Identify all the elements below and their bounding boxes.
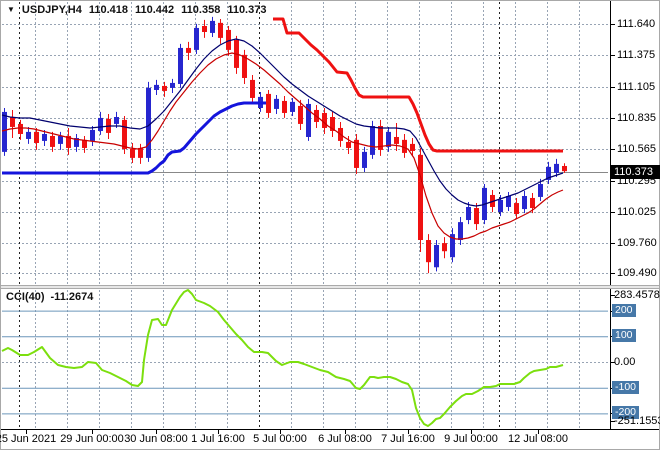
candle-body-bull — [506, 196, 511, 207]
price-axis-label: 111.375 — [617, 49, 656, 61]
candle-body-bull — [2, 111, 7, 152]
time-axis-label: 1 Jul 16:00 — [191, 433, 245, 445]
chart-menu-icon[interactable]: ▼ — [7, 5, 15, 15]
candle-body-bull — [370, 126, 375, 155]
time-axis-label: 29 Jun 00:00 — [60, 433, 124, 445]
candle-body-bear — [186, 47, 191, 53]
candle-body-bear — [514, 203, 519, 215]
candle-body-bull — [170, 82, 175, 88]
time-axis-label: 5 Jul 00:00 — [253, 433, 307, 445]
candle-body-bull — [458, 222, 463, 241]
candle-body-bull — [210, 20, 215, 33]
ohlc-close: 110.373 — [227, 4, 267, 16]
time-axis-label: 6 Jul 08:00 — [318, 433, 372, 445]
candle-body-bull — [42, 133, 47, 141]
candle-body-bear — [50, 135, 55, 147]
price-axis-label: 111.105 — [617, 81, 656, 93]
candle-body-bear — [394, 136, 399, 144]
price-axis-label: 110.565 — [617, 143, 656, 155]
candle-body-bull — [146, 87, 151, 158]
candle-body-bear — [250, 79, 255, 98]
candle-body-bull — [274, 98, 279, 109]
symbol-period-label: USDJPY,H4 — [21, 4, 82, 16]
candle-body-bull — [58, 135, 63, 144]
chart-header: ▼ USDJPY,H4 110.418 110.442 110.358 110.… — [7, 4, 266, 16]
candle-body-bear — [202, 25, 207, 32]
candle-body-bull — [154, 84, 159, 90]
ohlc-low: 110.358 — [181, 4, 221, 16]
cci-level-label: 200 — [612, 304, 636, 317]
indicator-value: -11.2674 — [50, 291, 94, 303]
price-axis-label: 109.490 — [617, 267, 657, 279]
price-axis-label: 110.025 — [617, 206, 656, 218]
candle-body-bull — [498, 199, 503, 213]
time-axis-label: 25 Jun 2021 — [0, 433, 57, 445]
candle-body-bear — [426, 240, 431, 263]
candle-body-bear — [10, 117, 15, 127]
price-axis-label: 109.760 — [617, 237, 657, 249]
candle-body-bear — [562, 165, 567, 172]
time-axis-label: 9 Jul 00:00 — [444, 433, 498, 445]
candle-body-bull — [290, 101, 295, 112]
chart-canvas[interactable] — [0, 0, 660, 450]
cci-level-label: 100 — [612, 329, 636, 342]
candle-body-bear — [442, 243, 447, 252]
candle-body-bear — [322, 112, 327, 128]
candle-body-bear — [418, 154, 423, 241]
candle-body-bear — [410, 143, 415, 151]
candle-body-bear — [530, 197, 535, 209]
price-axis-label: 111.640 — [617, 18, 656, 30]
cci-axis-label: -251.1553 — [614, 415, 660, 427]
indicator-name: CCI(40) — [6, 291, 45, 303]
ohlc-high: 110.442 — [135, 4, 175, 16]
candle-body-bear — [130, 149, 135, 158]
candle-body-bear — [282, 100, 287, 113]
time-axis-label: 12 Jul 08:00 — [508, 433, 568, 445]
candle-body-bull — [538, 183, 543, 197]
candle-body-bear — [346, 141, 351, 148]
cci-axis-label: 283.4578 — [614, 289, 660, 301]
candle-body-bull — [194, 27, 199, 50]
indicator-header: CCI(40) -11.2674 — [6, 291, 93, 303]
candle-body-bear — [122, 119, 127, 149]
price-axis-label: 110.835 — [617, 112, 656, 124]
time-axis-label: 30 Jun 08:00 — [124, 433, 188, 445]
candle-body-bull — [522, 196, 527, 210]
terminal-window: ▼ USDJPY,H4 110.418 110.442 110.358 110.… — [0, 0, 660, 450]
candle-body-bear — [266, 93, 271, 113]
candle-body-bull — [90, 129, 95, 141]
candle-body-bear — [298, 105, 303, 124]
candle-body-bull — [554, 163, 559, 173]
candle-body-bear — [34, 131, 39, 143]
cci-level-label: -100 — [612, 381, 640, 394]
candle-body-bull — [466, 206, 471, 221]
candle-body-bear — [218, 22, 223, 38]
candle-body-bull — [178, 47, 183, 84]
candle-body-bear — [138, 147, 143, 158]
candle-body-bull — [26, 131, 31, 139]
ohlc-open: 110.418 — [88, 4, 128, 16]
candle-body-bull — [362, 151, 367, 168]
candle-body-bear — [18, 123, 23, 134]
candle-body-bear — [474, 208, 479, 225]
price-axis-label: 110.295 — [617, 175, 656, 187]
candle-body-bull — [114, 117, 119, 124]
time-axis-label: 7 Jul 16:00 — [381, 433, 435, 445]
candle-body-bear — [162, 85, 167, 91]
cci-axis-label: 0.00 — [614, 356, 636, 368]
candle-body-bull — [98, 117, 103, 131]
candle-body-bull — [434, 244, 439, 268]
